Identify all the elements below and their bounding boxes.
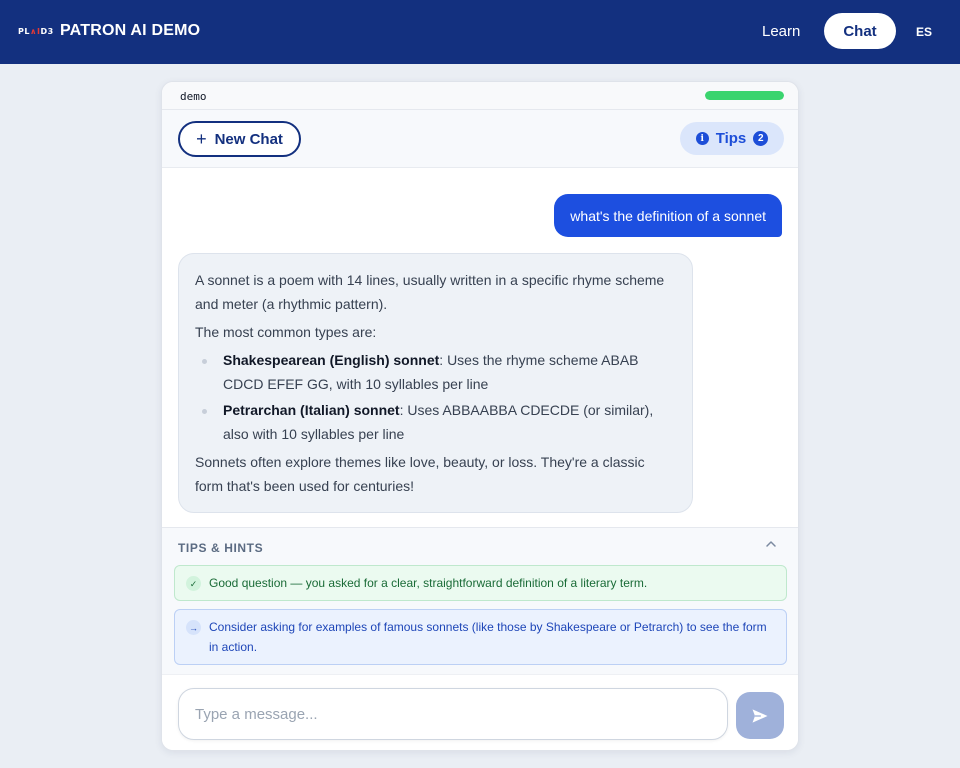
bullet-icon: [202, 409, 207, 414]
session-bar: demo: [162, 82, 798, 110]
plus-icon: +: [196, 129, 207, 149]
nav-learn-link[interactable]: Learn: [762, 23, 800, 40]
brand-logo[interactable]: PL∧ID3: [18, 27, 54, 36]
assistant-intro: A sonnet is a poem with 14 lines, usuall…: [195, 272, 665, 312]
new-chat-label: New Chat: [214, 130, 283, 148]
chevron-up-icon[interactable]: [765, 538, 777, 553]
tips-button[interactable]: i Tips 2: [680, 122, 784, 155]
hint-text: Good question — you asked for a clear, s…: [209, 576, 648, 590]
nav-chat-tab[interactable]: Chat: [824, 13, 896, 49]
user-message-bubble: what's the definition of a sonnet: [554, 194, 782, 237]
arrow-right-icon: →: [186, 620, 201, 635]
chat-card: demo + New Chat i Tips 2 what's the defi…: [161, 81, 799, 751]
message-composer: [162, 674, 798, 750]
check-icon: ✓: [186, 576, 201, 591]
send-icon: [752, 708, 768, 723]
sonnet-type-name: Shakespearean (English) sonnet: [223, 352, 440, 368]
hint-text: Consider asking for examples of famous s…: [209, 620, 767, 654]
session-label: demo: [180, 90, 207, 103]
hint-positive: ✓ Good question — you asked for a clear,…: [174, 565, 787, 601]
sonnet-types-list: Shakespearean (English) sonnet: Uses the…: [195, 348, 676, 446]
top-nav-bar: PL∧ID3 PATRON AI DEMO Learn Chat ES: [0, 0, 960, 64]
sonnet-type-name: Petrarchan (Italian) sonnet: [223, 402, 400, 418]
tips-label: Tips: [715, 130, 747, 147]
hint-suggestion: → Consider asking for examples of famous…: [174, 609, 787, 665]
new-chat-button[interactable]: + New Chat: [178, 121, 301, 157]
progress-fill: [705, 91, 784, 100]
info-icon: i: [695, 132, 709, 145]
list-item: Petrarchan (Italian) sonnet: Uses ABBAAB…: [195, 398, 676, 446]
tips-hints-title: TIPS & HINTS: [178, 541, 264, 555]
chat-toolbar: + New Chat i Tips 2: [162, 110, 798, 168]
bullet-icon: [202, 359, 207, 364]
logo-text-suffix: D3: [40, 27, 54, 36]
logo-text-accent: ∧I: [29, 27, 41, 36]
message-input[interactable]: [178, 688, 728, 740]
send-button[interactable]: [736, 692, 784, 739]
logo-text: PL: [18, 27, 30, 36]
app-title: PATRON AI DEMO: [60, 22, 201, 39]
assistant-closing: Sonnets often explore themes like love, …: [195, 454, 645, 494]
tips-count-badge: 2: [753, 131, 769, 146]
assistant-message-bubble: A sonnet is a poem with 14 lines, usuall…: [178, 253, 693, 513]
tips-hints-panel: TIPS & HINTS ✓ Good question — you asked…: [162, 527, 798, 674]
list-item: Shakespearean (English) sonnet: Uses the…: [195, 348, 676, 396]
progress-bar: [705, 91, 784, 100]
assistant-types-heading: The most common types are:: [195, 324, 377, 340]
language-toggle[interactable]: ES: [916, 25, 932, 39]
